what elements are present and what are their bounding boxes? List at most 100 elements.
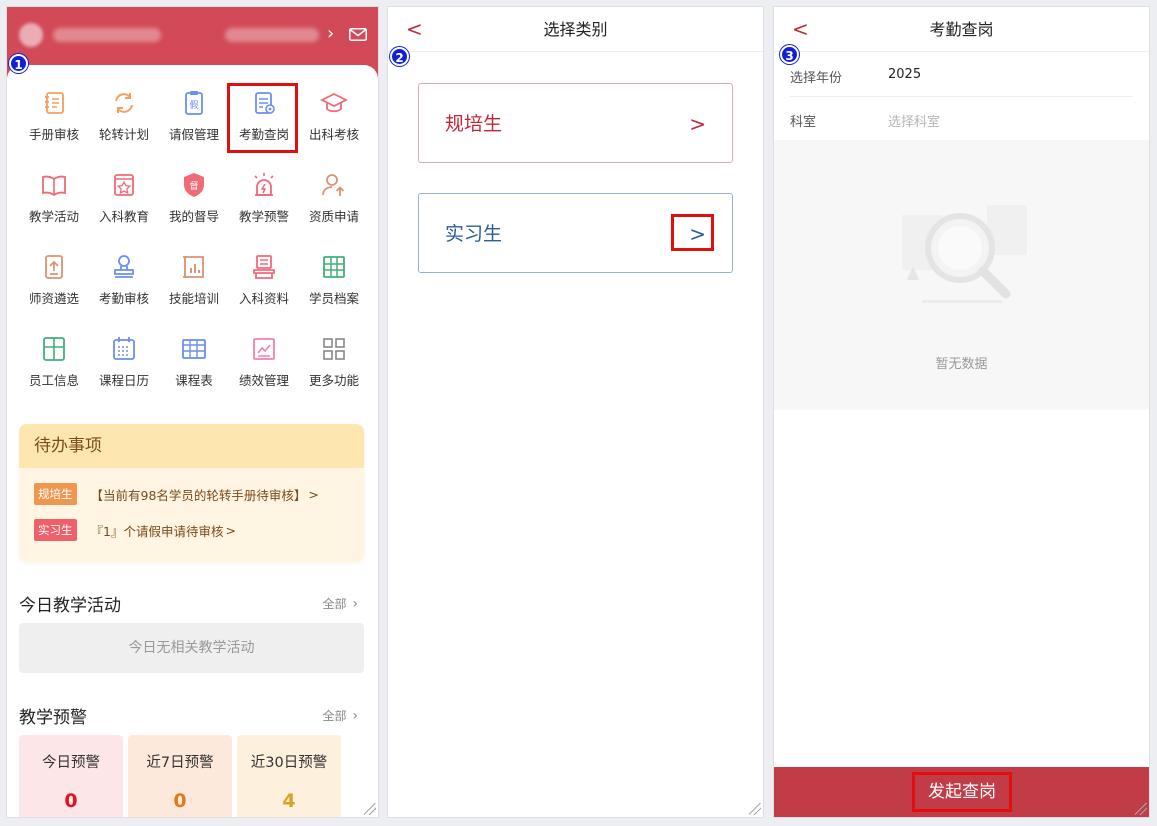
grid-item-handbook-review[interactable]: 手册审核	[19, 83, 89, 165]
chevron-right-icon[interactable]: ›	[327, 23, 334, 44]
chevron-right-icon: >	[689, 222, 706, 246]
grid-item-teaching-activity[interactable]: 教学活动	[19, 165, 89, 247]
back-icon[interactable]: <	[406, 7, 423, 52]
grid-item-course-calendar[interactable]: 课程日历	[89, 329, 159, 411]
grid-item-label: 我的督导	[168, 209, 219, 224]
category-card-intern[interactable]: 实习生 >	[418, 193, 733, 273]
grid-item-my-supervision[interactable]: 督 我的督导	[159, 165, 229, 247]
warning-card-7days[interactable]: 近7日预警 0	[128, 735, 232, 817]
category-card-resident[interactable]: 规培生 >	[418, 83, 733, 163]
home-panel: › 1 手册审核 轮转计划 假 请假管理 考勤查岗 出科考核 教学活动 入科教育…	[6, 6, 379, 818]
more-grid-icon	[323, 338, 345, 360]
top-bar: < 选择类别	[388, 7, 763, 52]
grid-item-performance-management[interactable]: 绩效管理	[229, 329, 299, 411]
grid-item-leave-management[interactable]: 假 请假管理	[159, 83, 229, 165]
resize-grip[interactable]	[364, 803, 376, 815]
today-activity-empty: 今日无相关教学活动	[19, 623, 364, 673]
grid-item-qualification-apply[interactable]: 资质申请	[299, 165, 369, 247]
grid-item-timetable[interactable]: 课程表	[159, 329, 229, 411]
blurred-username	[53, 28, 161, 42]
svg-text:督: 督	[189, 180, 198, 192]
grid-item-label: 入科资料	[238, 291, 289, 306]
grid-item-attendance-review[interactable]: 考勤审核	[89, 247, 159, 329]
stamp-icon	[114, 255, 134, 278]
todo-card: 待办事项 规培生 【当前有98名学员的轮转手册待审核】 > 实习生 『1』个请假…	[19, 424, 364, 562]
grid-item-label: 绩效管理	[238, 373, 289, 388]
page-title: 选择类别	[543, 20, 608, 39]
year-select-row[interactable]: 选择年份 2025	[790, 53, 1133, 97]
todo-text: 【当前有98名学员的轮转手册待审核】	[90, 487, 307, 503]
grid-item-label: 教学活动	[28, 209, 79, 224]
grid-item-label: 学员档案	[308, 291, 359, 306]
grid-item-label: 课程日历	[98, 373, 149, 388]
open-book-icon	[42, 175, 66, 197]
resize-grip[interactable]	[749, 803, 761, 815]
user-upload-icon	[322, 174, 345, 196]
grid-item-student-archive[interactable]: 学员档案	[299, 247, 369, 329]
today-activity-all-link[interactable]: 全部 ›	[323, 595, 358, 612]
todo-item[interactable]: 实习生 『1』个请假申请待审核 >	[19, 512, 364, 548]
select-category-panel: < 选择类别 2 规培生 > 实习生 >	[387, 6, 764, 818]
todo-text: 『1』个请假申请待审核	[90, 523, 224, 539]
timetable-icon	[182, 339, 206, 359]
department-select-row[interactable]: 科室 选择科室	[790, 97, 1133, 141]
warning-card-value: 0	[173, 790, 187, 812]
year-value: 2025	[888, 67, 922, 82]
warning-card-label: 近7日预警	[146, 755, 214, 771]
warning-card-value: 0	[64, 790, 78, 812]
grid-item-more-functions[interactable]: 更多功能	[299, 329, 369, 411]
grid-item-department-exam[interactable]: 出科考核	[299, 83, 369, 165]
avatar[interactable]	[19, 23, 43, 47]
grid-item-label: 更多功能	[308, 373, 359, 388]
grid-item-label: 资质申请	[308, 209, 359, 224]
grid-item-label: 师资遴选	[28, 291, 79, 306]
grid-item-attendance-check[interactable]: 考勤查岗	[229, 83, 299, 165]
grid-item-label: 员工信息	[28, 373, 79, 388]
attendance-check-panel: < 考勤查岗 3 选择年份 2025 科室 选择科室 暂无数据 发起查岗	[773, 6, 1150, 818]
step-badge: 1	[9, 54, 28, 73]
staff-info-icon	[43, 337, 65, 361]
warning-card-label: 近30日预警	[250, 755, 328, 771]
resize-grip[interactable]	[1135, 803, 1147, 815]
empty-magnifier-icon	[902, 205, 1027, 303]
chevron-right-icon: >	[689, 112, 706, 136]
warning-card-today[interactable]: 今日预警 0	[19, 735, 123, 817]
page-title: 考勤查岗	[929, 20, 994, 39]
category-label: 规培生	[445, 113, 503, 135]
handbook-icon	[45, 92, 64, 114]
grid-item-teacher-selection[interactable]: 师资遴选	[19, 247, 89, 329]
department-placeholder: 选择科室	[888, 115, 941, 130]
grid-item-admission-education[interactable]: 入科教育	[89, 165, 159, 247]
blurred-department	[225, 28, 319, 42]
chevron-right-icon: >	[225, 522, 236, 538]
category-label: 实习生	[445, 223, 503, 245]
grid-item-rotation-plan[interactable]: 轮转计划	[89, 83, 159, 165]
grid-item-label: 教学预警	[238, 209, 289, 224]
grid-item-label: 出科考核	[308, 127, 359, 142]
warning-card-30days[interactable]: 近30日预警 4	[237, 735, 341, 817]
warning-card-value: 4	[282, 790, 296, 812]
upload-doc-icon	[45, 255, 63, 279]
todo-tag: 规培生	[34, 483, 77, 505]
archive-grid-icon	[323, 256, 345, 278]
teaching-warning-all-link[interactable]: 全部 ›	[323, 707, 358, 724]
todo-item[interactable]: 规培生 【当前有98名学员的轮转手册待审核】 >	[19, 476, 364, 512]
mail-icon[interactable]	[349, 28, 367, 41]
grid-item-staff-info[interactable]: 员工信息	[19, 329, 89, 411]
calendar-icon	[113, 337, 135, 360]
grid-item-label: 考勤查岗	[238, 127, 289, 142]
grid-item-label: 请假管理	[168, 127, 219, 142]
grid-item-teaching-warning[interactable]: 教学预警	[229, 165, 299, 247]
year-label: 选择年份	[790, 71, 843, 86]
step-badge: 2	[390, 47, 409, 66]
start-check-button[interactable]: 发起查岗	[912, 772, 1012, 812]
grid-item-label: 技能培训	[168, 291, 219, 306]
chevron-right-icon: >	[308, 486, 319, 502]
function-grid: 手册审核 轮转计划 假 请假管理 考勤查岗 出科考核 教学活动 入科教育 督 我…	[19, 83, 369, 411]
back-icon[interactable]: <	[792, 7, 809, 52]
grid-item-label: 考勤审核	[98, 291, 149, 306]
supervision-shield-icon: 督	[184, 173, 204, 197]
grid-item-skill-training[interactable]: 技能培训	[159, 247, 229, 329]
grid-item-admission-materials[interactable]: 入科资料	[229, 247, 299, 329]
todo-tag: 实习生	[34, 519, 77, 541]
